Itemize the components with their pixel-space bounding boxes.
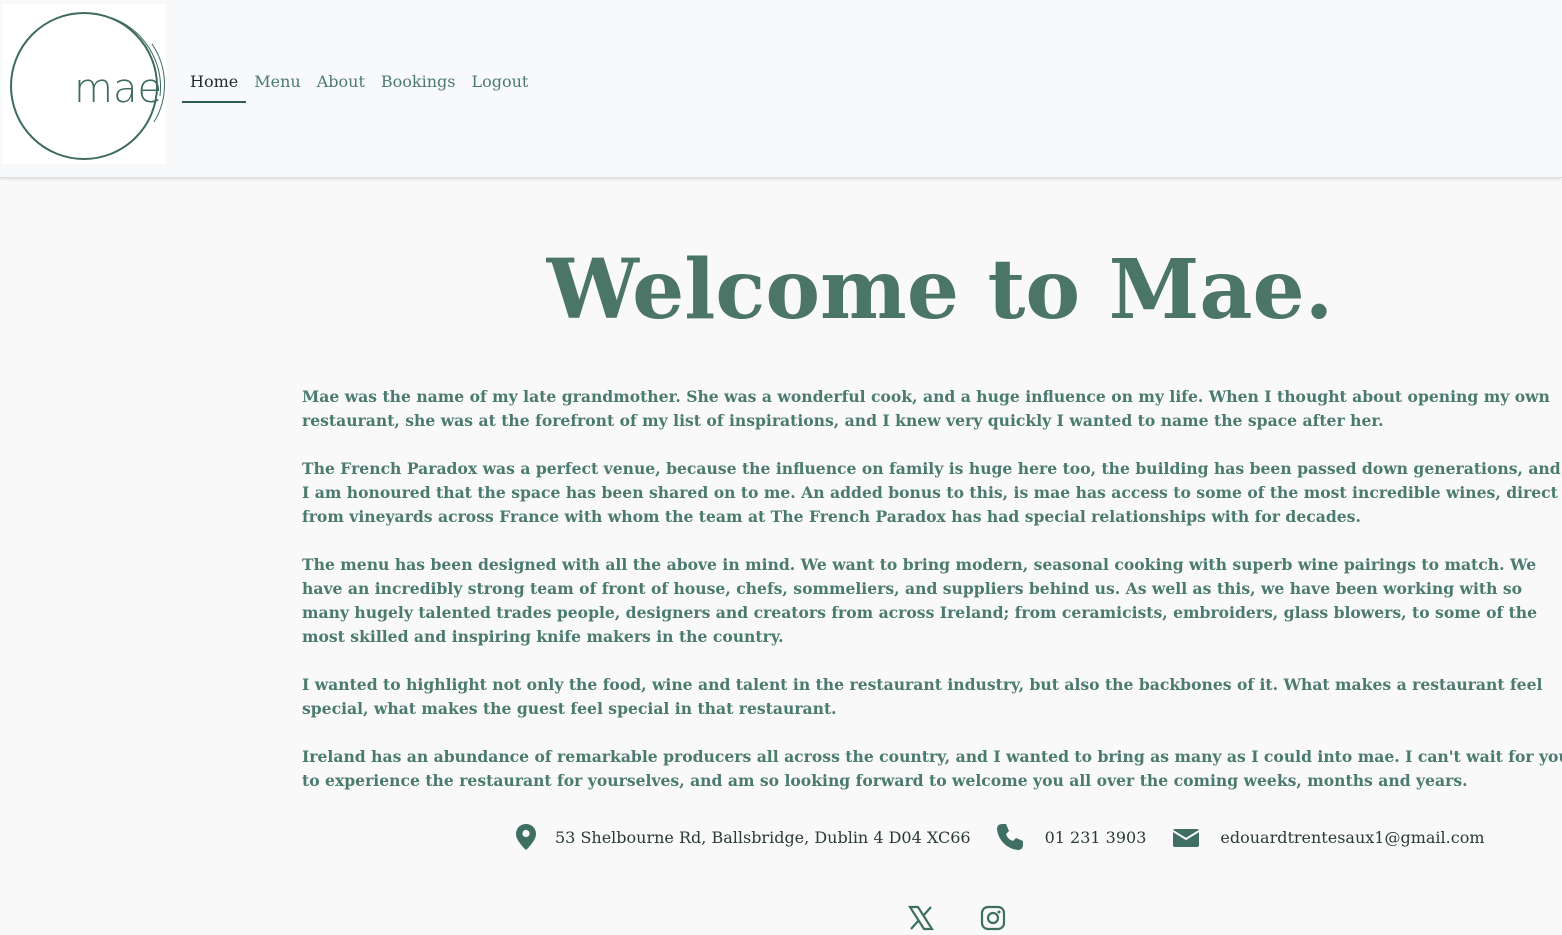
intro-paragraph: The menu has been designed with all the … bbox=[302, 555, 1538, 646]
nav-link-about[interactable]: About bbox=[309, 70, 373, 103]
intro-paragraph: Mae was the name of my late grandmother.… bbox=[302, 387, 1550, 430]
phone-text: 01 231 3903 bbox=[1044, 827, 1147, 847]
navbar: mae Home Menu About Bookings Logout bbox=[0, 0, 1562, 178]
intro-paragraph: I wanted to highlight not only the food,… bbox=[302, 675, 1543, 718]
hero-title: Welcome to Mae. bbox=[546, 242, 1334, 338]
logo[interactable]: mae bbox=[2, 4, 166, 164]
intro-paragraph: The French Paradox was a perfect venue, … bbox=[302, 459, 1561, 526]
nav-link-bookings[interactable]: Bookings bbox=[373, 70, 464, 103]
x-twitter-icon[interactable] bbox=[907, 905, 935, 935]
contact-bar: 53 Shelbourne Rd, Ballsbridge, Dublin 4 … bbox=[515, 820, 1485, 854]
instagram-icon[interactable] bbox=[980, 905, 1006, 935]
nav-link-home[interactable]: Home bbox=[182, 70, 247, 103]
email-text[interactable]: edouardtrentesaux1@gmail.com bbox=[1220, 828, 1484, 847]
social-links bbox=[907, 905, 1006, 935]
phone-icon bbox=[996, 823, 1024, 851]
nav-links: Home Menu About Bookings Logout bbox=[182, 70, 536, 103]
address-text: 53 Shelbourne Rd, Ballsbridge, Dublin 4 … bbox=[555, 827, 971, 847]
logo-text: mae bbox=[74, 66, 162, 112]
nav-link-logout[interactable]: Logout bbox=[463, 70, 536, 103]
location-pin-icon bbox=[515, 823, 537, 851]
intro-paragraph: Ireland has an abundance of remarkable p… bbox=[302, 747, 1562, 790]
logo-circle-mark: mae bbox=[10, 12, 165, 160]
nav-link-menu[interactable]: Menu bbox=[246, 70, 308, 103]
envelope-icon bbox=[1172, 826, 1200, 848]
intro-section: Mae was the name of my late grandmother.… bbox=[302, 385, 1562, 817]
